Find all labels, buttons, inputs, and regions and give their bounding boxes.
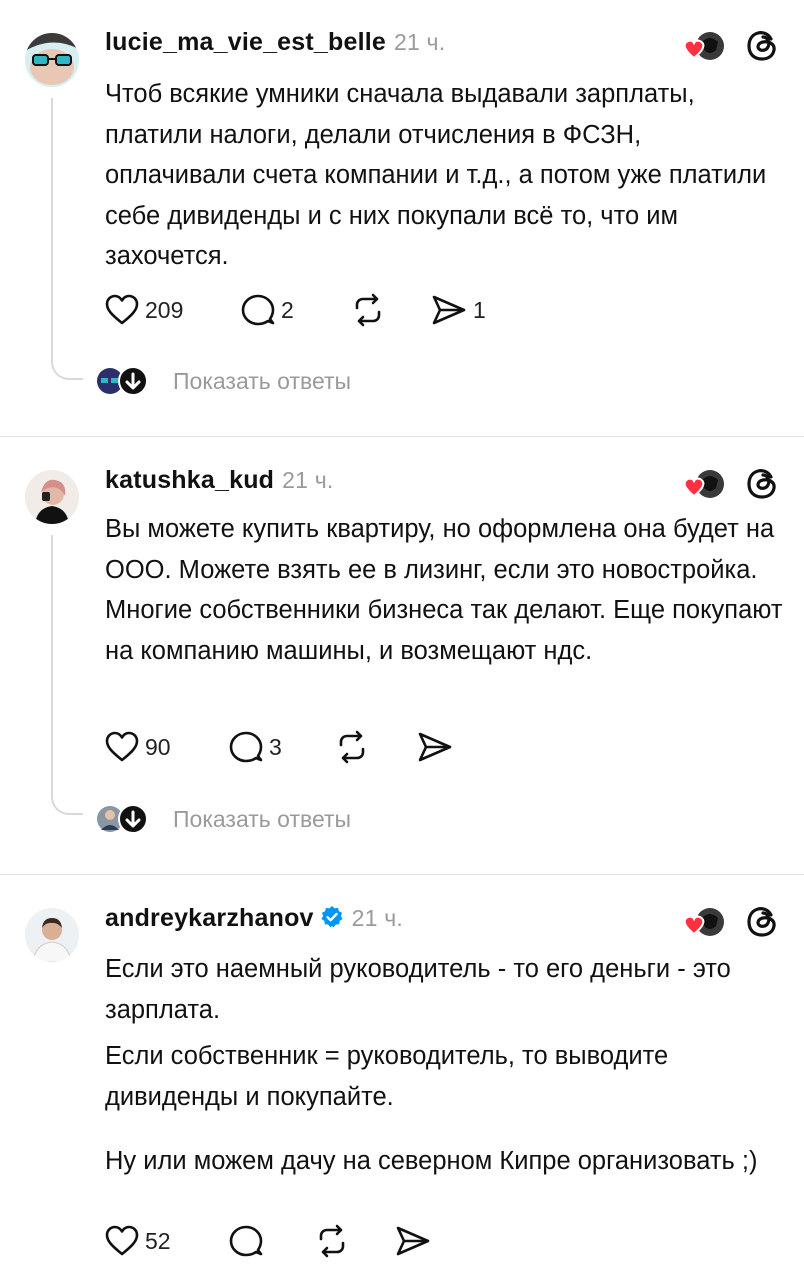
speech-bubble-icon	[229, 731, 263, 763]
show-replies-link[interactable]: Показать ответы	[95, 363, 351, 399]
share-count: 1	[473, 296, 486, 323]
speech-bubble-icon	[241, 294, 275, 326]
like-button[interactable]: 52	[105, 1221, 171, 1261]
post-time: 21 ч.	[351, 905, 403, 931]
avatar[interactable]	[25, 470, 79, 524]
like-button[interactable]: 90	[105, 727, 171, 767]
show-replies-label[interactable]: Показать ответы	[173, 368, 351, 395]
speech-bubble-icon	[229, 1225, 263, 1257]
share-button[interactable]	[395, 1221, 437, 1261]
liked-by-author-icon[interactable]	[680, 904, 728, 940]
post-paragraph: Если собственник = руководитель, то выво…	[105, 1042, 669, 1111]
post-paragraph: Ну или можем дачу на северном Кипре орга…	[105, 1147, 758, 1175]
post-katushka: katushka_kud 21 ч. Вы можете купить кварт…	[0, 437, 804, 873]
reply-avatars	[95, 804, 153, 834]
share-button[interactable]	[417, 727, 459, 767]
liked-by-author-icon[interactable]	[680, 466, 728, 502]
avatar[interactable]	[25, 908, 79, 962]
post-text: Вы можете купить квартиру, но оформлена …	[105, 509, 785, 671]
post-lucie: lucie_ma_vie_est_belle 21 ч. Чтоб всякие …	[0, 0, 804, 435]
repost-arrows-icon	[339, 730, 365, 764]
like-count: 209	[145, 296, 184, 323]
threads-logo-icon[interactable]	[744, 904, 780, 940]
username-text[interactable]: katushka_kud	[105, 466, 274, 494]
thread-line	[51, 98, 53, 360]
liked-by-author-icon[interactable]	[680, 28, 728, 64]
username[interactable]: katushka_kud 21 ч.	[105, 466, 334, 495]
post-text: Если это наемный руководитель - то его д…	[105, 949, 785, 1182]
reply-count: 3	[269, 733, 282, 760]
heart-outline-icon	[105, 1225, 139, 1256]
post-paragraph: Если это наемный руководитель - то его д…	[105, 955, 731, 1024]
threads-logo-icon[interactable]	[744, 466, 780, 502]
show-replies-link[interactable]: Показать ответы	[95, 801, 351, 837]
username[interactable]: lucie_ma_vie_est_belle 21 ч.	[105, 28, 445, 57]
show-replies-label[interactable]: Показать ответы	[173, 806, 351, 833]
username[interactable]: andreykarzhanov 21 ч.	[105, 904, 403, 936]
reply-avatars	[95, 366, 153, 396]
action-bar: 209 2 1	[105, 290, 525, 330]
threads-logo-icon[interactable]	[744, 28, 780, 64]
repost-button[interactable]	[351, 290, 391, 330]
thread-curve	[51, 793, 83, 815]
repost-arrows-icon	[319, 1224, 345, 1258]
username-text[interactable]: lucie_ma_vie_est_belle	[105, 28, 386, 56]
repost-arrows-icon	[355, 293, 381, 327]
post-time: 21 ч.	[393, 29, 446, 55]
send-icon	[396, 1226, 430, 1256]
repost-button[interactable]	[315, 1221, 355, 1261]
share-button[interactable]: 1	[431, 290, 486, 330]
send-icon	[432, 295, 466, 325]
action-bar: 90 3	[105, 727, 525, 767]
post-text: Чтоб всякие умники сначала выдавали зарп…	[105, 74, 785, 277]
verified-badge-icon	[320, 905, 344, 936]
send-icon	[418, 732, 452, 762]
thread-line	[51, 535, 53, 795]
repost-button[interactable]	[335, 727, 375, 767]
heart-outline-icon	[105, 731, 139, 762]
post-andrey: andreykarzhanov 21 ч. Если это наемный ру…	[0, 875, 804, 1280]
reply-button[interactable]: 3	[229, 727, 282, 767]
action-bar: 52	[105, 1221, 525, 1261]
heart-outline-icon	[105, 294, 139, 325]
thread-curve	[51, 358, 83, 380]
avatar[interactable]	[25, 33, 79, 87]
reply-button[interactable]	[229, 1221, 269, 1261]
post-time: 21 ч.	[282, 467, 334, 493]
post-paragraph: Вы можете купить квартиру, но оформлена …	[105, 515, 783, 665]
like-button[interactable]: 209	[105, 290, 183, 330]
reply-count: 2	[281, 296, 294, 323]
post-paragraph: Чтоб всякие умники сначала выдавали зарп…	[105, 80, 767, 270]
like-count: 90	[145, 733, 171, 760]
reply-button[interactable]: 2	[241, 290, 294, 330]
username-text[interactable]: andreykarzhanov	[105, 904, 314, 932]
like-count: 52	[145, 1227, 171, 1254]
